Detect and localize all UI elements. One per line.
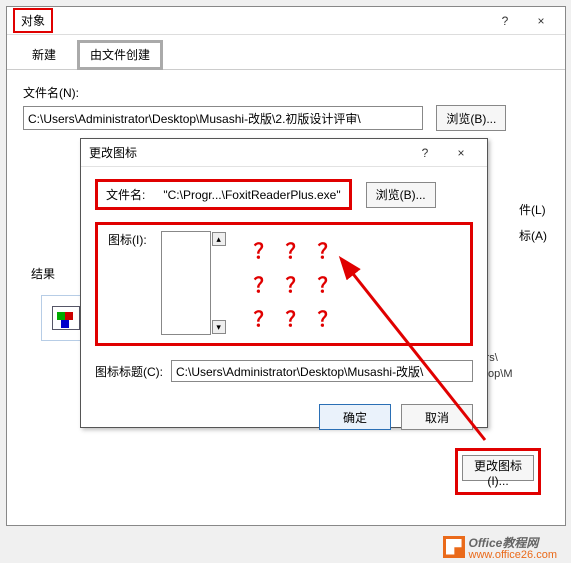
question-mark-icon: ？ <box>317 235 339 263</box>
object-dialog-title: 对象 <box>13 8 53 33</box>
showicon-checkbox-label[interactable]: 标(A) <box>519 225 547 245</box>
cancel-button[interactable]: 取消 <box>401 404 473 430</box>
file-row: 文件名: "C:\Progr...\FoxitReaderPlus.exe" 浏… <box>95 179 473 210</box>
scroll-down-icon[interactable]: ▾ <box>212 320 226 334</box>
filename-input[interactable] <box>23 106 423 130</box>
question-mark-icon: ？ <box>285 303 307 331</box>
icon-list-label: 图标(I): <box>108 231 147 248</box>
tab-strip: 新建 由文件创建 <box>7 39 565 70</box>
tab-new[interactable]: 新建 <box>17 39 71 69</box>
object-dialog-titlebar: 对象 ? × <box>7 7 565 35</box>
icon-listbox[interactable]: ▴ ▾ <box>161 231 211 335</box>
question-mark-icon: ？ <box>317 303 339 331</box>
close-icon[interactable]: × <box>523 9 559 33</box>
result-label: 结果 <box>31 265 55 282</box>
question-mark-icon: ？ <box>317 269 339 297</box>
scroll-up-icon[interactable]: ▴ <box>212 232 226 246</box>
question-mark-icon: ？ <box>253 269 275 297</box>
watermark-url: www.office26.com <box>469 550 557 561</box>
change-icon-footer: 确定 取消 <box>81 394 487 442</box>
object-dialog-body: 文件名(N): 浏览(B)... <box>7 70 565 145</box>
icon-area-highlight: 图标(I): ▴ ▾ ？ ？ ？ ？ ？ ？ ？ ？ ？ <box>95 222 473 346</box>
file-path: "C:\Progr...\FoxitReaderPlus.exe" <box>163 188 340 202</box>
caption-input[interactable] <box>171 360 473 382</box>
embedded-file-icon <box>52 306 80 330</box>
file-row-highlight: 文件名: "C:\Progr...\FoxitReaderPlus.exe" <box>95 179 352 210</box>
change-icon-button[interactable]: 更改图标(I)... <box>462 455 534 481</box>
question-mark-icon: ？ <box>253 303 275 331</box>
link-checkbox-label[interactable]: 件(L) <box>519 199 547 219</box>
checkbox-group: 件(L) 标(A) <box>519 199 547 245</box>
question-mark-icon: ？ <box>285 235 307 263</box>
tab-from-file[interactable]: 由文件创建 <box>77 40 163 70</box>
ok-button[interactable]: 确定 <box>319 404 391 430</box>
watermark-brand: Office教程网 <box>469 532 557 550</box>
change-icon-titlebar: 更改图标 ? × <box>81 139 487 167</box>
change-icon-title: 更改图标 <box>89 144 137 161</box>
change-icon-body: 文件名: "C:\Progr...\FoxitReaderPlus.exe" 浏… <box>81 167 487 394</box>
browse-button[interactable]: 浏览(B)... <box>366 182 436 208</box>
change-icon-highlight: 更改图标(I)... <box>455 448 541 495</box>
question-mark-icon: ？ <box>285 269 307 297</box>
close-icon[interactable]: × <box>443 141 479 165</box>
help-icon[interactable]: ? <box>487 9 523 33</box>
browse-button[interactable]: 浏览(B)... <box>436 105 506 131</box>
caption-label: 图标标题(C): <box>95 363 163 380</box>
file-label: 文件名: <box>106 186 145 203</box>
watermark-logo-icon <box>443 536 465 558</box>
change-icon-dialog: 更改图标 ? × 文件名: "C:\Progr...\FoxitReaderPl… <box>80 138 488 428</box>
watermark: Office教程网 www.office26.com <box>443 532 557 561</box>
question-mark-annotation: ？ ？ ？ ？ ？ ？ ？ ？ ？ <box>253 235 339 331</box>
watermark-text: Office教程网 www.office26.com <box>469 532 557 561</box>
caption-row: 图标标题(C): <box>95 360 473 382</box>
filename-label: 文件名(N): <box>23 84 549 101</box>
question-mark-icon: ？ <box>253 235 275 263</box>
help-icon[interactable]: ? <box>407 141 443 165</box>
